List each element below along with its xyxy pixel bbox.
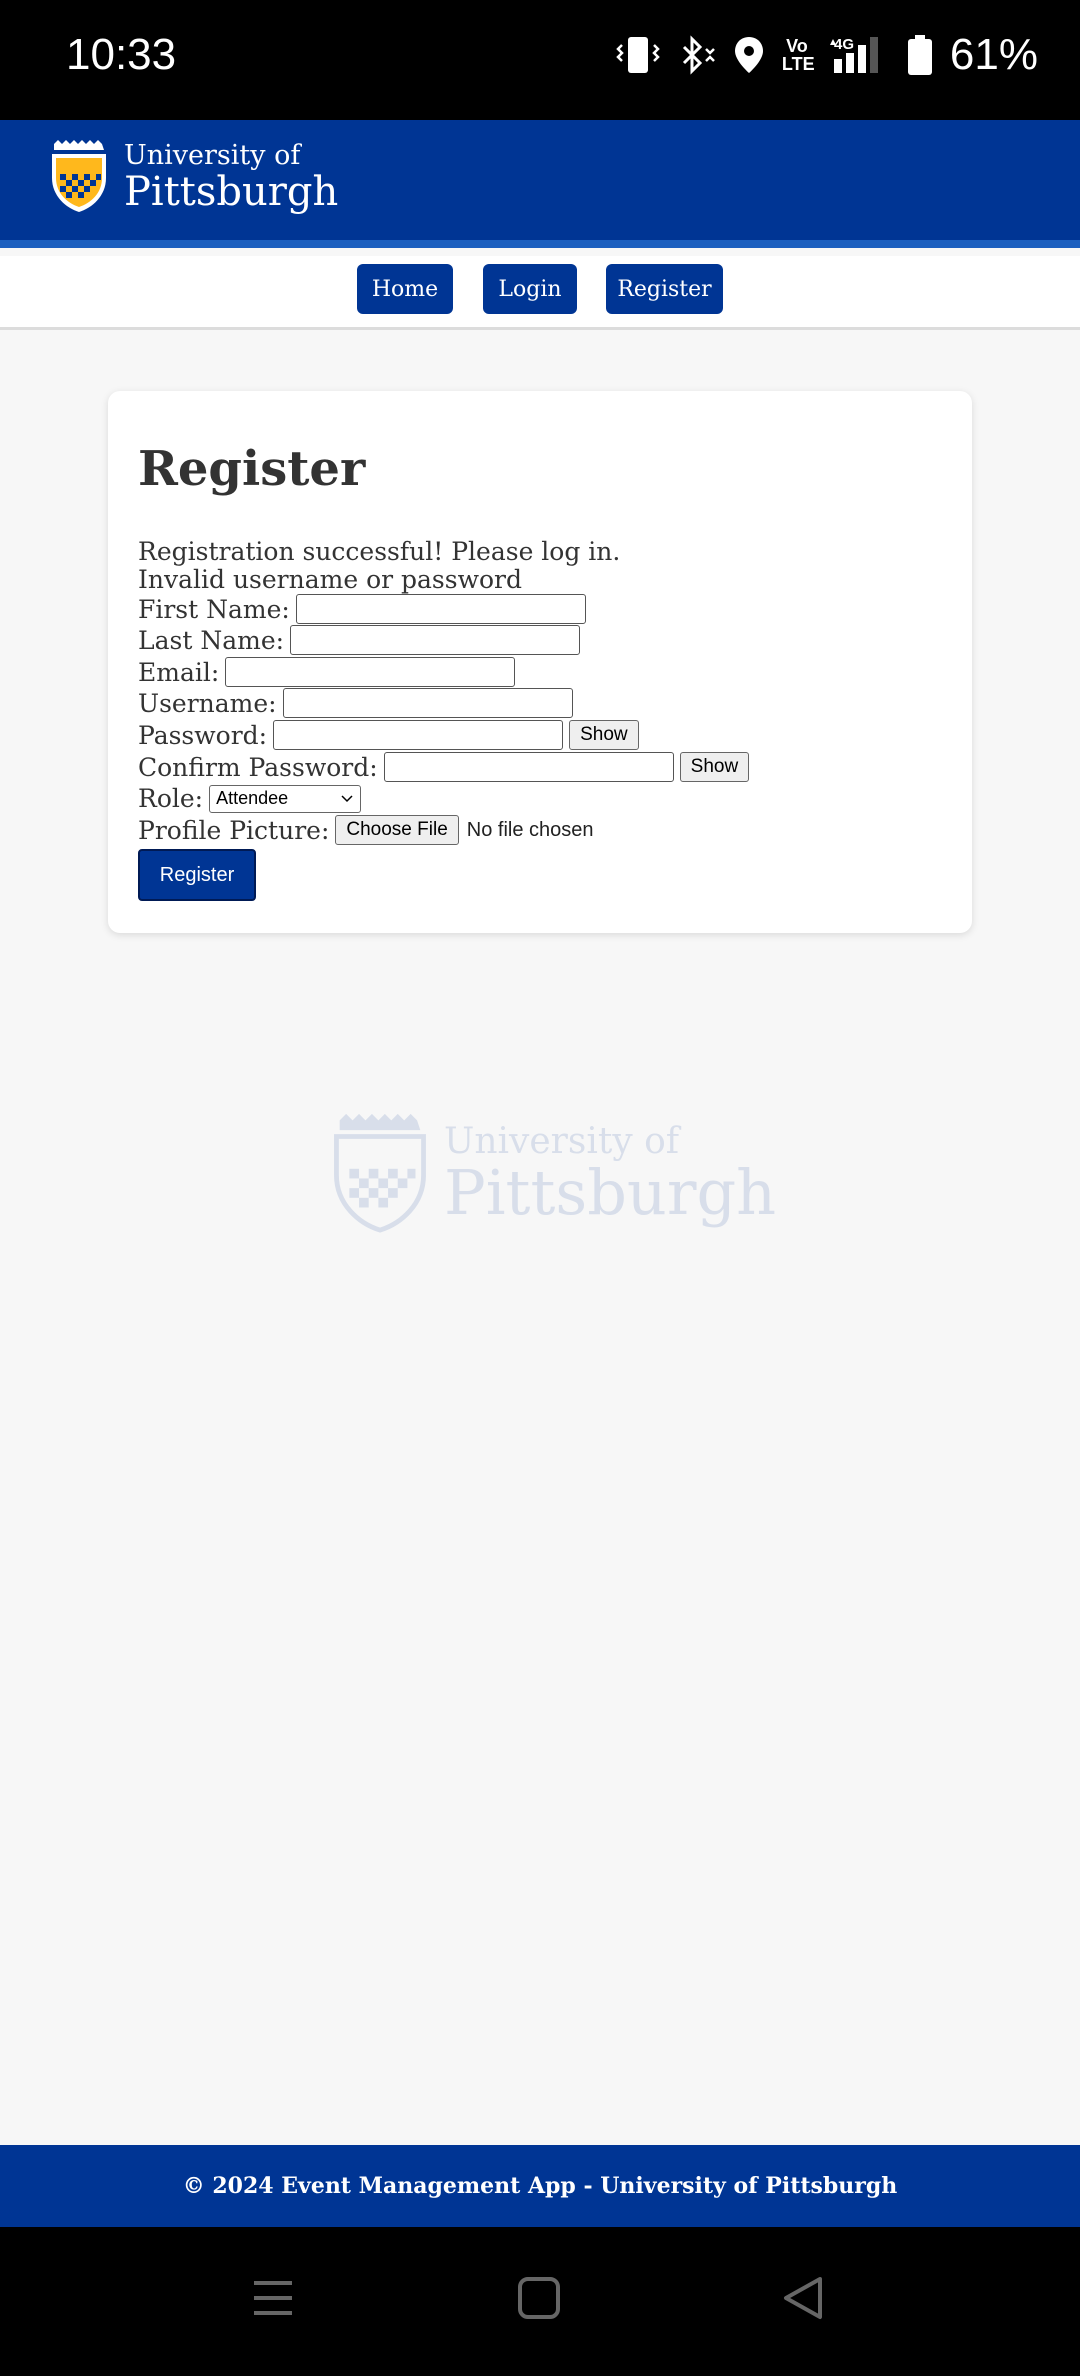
- no-file-text: No file chosen: [466, 818, 594, 841]
- confirm-password-row: Confirm Password: Show: [138, 752, 750, 782]
- nav-login-button[interactable]: Login: [483, 264, 577, 314]
- battery-percent: 61%: [949, 30, 1038, 79]
- username-input[interactable]: [282, 688, 573, 718]
- role-label: Role:: [138, 784, 204, 813]
- 4g-signal-icon: 4G: [828, 35, 890, 75]
- confirm-password-input[interactable]: [383, 752, 674, 782]
- nav-register-button[interactable]: Register: [606, 264, 723, 314]
- battery-icon: [906, 34, 934, 76]
- bluetooth-icon: [676, 35, 716, 75]
- role-row: Role: Attendee: [138, 784, 362, 813]
- footer-text: © 2024 Event Management App - University…: [182, 2173, 898, 2199]
- page-title: Register: [138, 441, 366, 497]
- profile-picture-row: Profile Picture: Choose File No file cho…: [138, 815, 594, 845]
- show-confirm-password-button[interactable]: Show: [679, 752, 750, 782]
- last-name-label: Last Name:: [138, 625, 285, 655]
- first-name-row: First Name:: [138, 594, 586, 624]
- vibrate-icon: [616, 35, 660, 75]
- nav-home-button[interactable]: Home: [357, 264, 453, 314]
- chevron-down-icon: [340, 788, 354, 809]
- logo-line-2: Pittsburgh: [124, 169, 339, 215]
- svg-text:4G: 4G: [834, 36, 854, 53]
- university-logo[interactable]: University of Pittsburgh: [48, 138, 338, 218]
- watermark-logo: University of Pittsburgh: [330, 1110, 776, 1238]
- email-input[interactable]: [225, 657, 516, 687]
- register-card: Register Registration successful! Please…: [108, 391, 972, 933]
- success-message: Registration successful! Please log in.: [138, 537, 621, 566]
- show-password-button[interactable]: Show: [569, 720, 639, 750]
- username-row: Username:: [138, 688, 573, 718]
- register-submit-button[interactable]: Register: [138, 849, 256, 901]
- back-triangle-icon[interactable]: [780, 2275, 826, 2325]
- first-name-input[interactable]: [295, 594, 586, 624]
- choose-file-button[interactable]: Choose File: [335, 815, 459, 845]
- email-label: Email:: [138, 657, 220, 687]
- top-nav: Home Login Register: [0, 256, 1080, 330]
- location-icon: [732, 35, 766, 75]
- volte-icon: Vo LTE: [781, 36, 815, 74]
- error-message: Invalid username or password: [138, 565, 522, 594]
- last-name-input[interactable]: [290, 625, 581, 655]
- role-select[interactable]: Attendee: [209, 784, 362, 813]
- site-header: University of Pittsburgh: [0, 120, 1080, 248]
- password-input[interactable]: [273, 720, 564, 750]
- logo-line-1: University of: [124, 140, 301, 171]
- password-label: Password:: [138, 720, 268, 750]
- shield-crest-icon: [48, 138, 110, 218]
- home-square-icon[interactable]: [516, 2275, 562, 2325]
- logo-wordmark: University of Pittsburgh: [124, 140, 339, 215]
- system-nav-bar: [0, 2227, 1080, 2376]
- menu-icon[interactable]: [250, 2275, 296, 2325]
- watermark-crest-icon: [330, 1110, 430, 1238]
- last-name-row: Last Name:: [138, 625, 581, 655]
- watermark-line-2: Pittsburgh: [444, 1156, 777, 1229]
- role-selected-value: Attendee: [216, 788, 289, 808]
- status-time: 10:33: [66, 30, 177, 79]
- status-icons: Vo LTE 4G 61%: [616, 30, 1038, 80]
- username-label: Username:: [138, 688, 277, 718]
- watermark-wordmark: University of Pittsburgh: [444, 1123, 776, 1225]
- confirm-password-label: Confirm Password:: [138, 752, 378, 782]
- first-name-label: First Name:: [138, 594, 290, 624]
- status-bar: 10:33 Vo LTE 4G 61%: [0, 0, 1080, 120]
- password-row: Password: Show: [138, 720, 639, 750]
- email-row: Email:: [138, 657, 516, 687]
- site-footer: © 2024 Event Management App - University…: [0, 2145, 1080, 2227]
- profile-picture-label: Profile Picture:: [138, 815, 330, 845]
